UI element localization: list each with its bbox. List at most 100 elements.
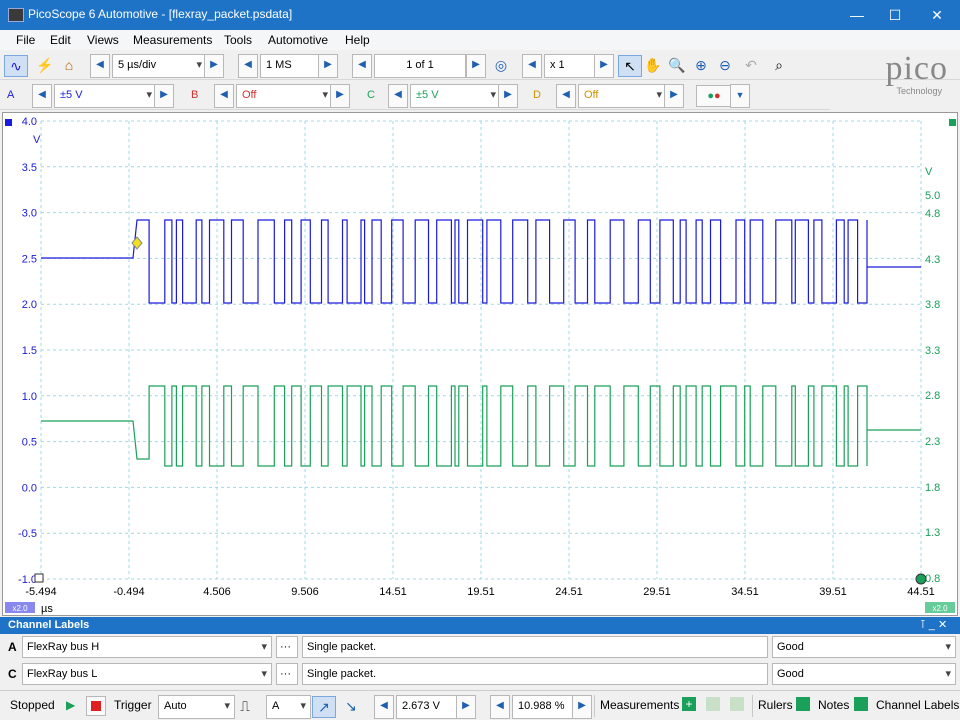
pretrigger-left[interactable]: ◀ (490, 695, 510, 719)
row-c-status-select[interactable]: Good (772, 663, 956, 685)
channel-a-range-right[interactable]: ▶ (154, 84, 174, 108)
channel-d-tag[interactable]: D (530, 86, 549, 104)
row-a-more-button[interactable]: ··· (276, 636, 298, 658)
rulers-icon[interactable] (796, 697, 810, 711)
channel-b-range-right[interactable]: ▶ (330, 84, 350, 108)
delete-measurement-icon[interactable] (730, 697, 744, 711)
y-tick-right: 2.8 (925, 390, 940, 402)
trigger-mode-select[interactable]: Auto (158, 695, 235, 719)
trigger-marker[interactable] (131, 236, 143, 250)
menu-tools[interactable]: Tools (224, 33, 252, 47)
y-tick-left: 2.5 (22, 253, 37, 265)
pretrigger-field[interactable]: 10.988 % (512, 695, 577, 719)
channel-labels-toggle[interactable]: Channel Labels (876, 698, 959, 712)
zoom-badge-right-text: x2.0 (932, 604, 948, 613)
row-a-description-field[interactable]: Single packet. (302, 636, 768, 658)
y-tick-right: 3.3 (925, 345, 940, 357)
zoom-field[interactable]: x 1 (544, 54, 597, 78)
panel-pin-close-icon[interactable]: ⊺ _ ✕ (920, 618, 947, 631)
trigger-level-field[interactable]: 2.673 V (396, 695, 459, 719)
separator (594, 695, 595, 717)
scope-mode-icon[interactable]: ∿ (4, 55, 28, 77)
channel-b-range-left[interactable]: ◀ (214, 84, 234, 108)
stop-capture-button[interactable] (86, 696, 106, 716)
x-tick: 19.51 (467, 586, 495, 598)
start-capture-button[interactable]: ▶ (66, 698, 75, 712)
timebase-right-button[interactable]: ▶ (204, 54, 224, 78)
probe-options-icon[interactable]: ●● (696, 85, 732, 107)
zoom-region-icon[interactable]: 🔍 (666, 55, 688, 75)
row-a-status-select[interactable]: Good (772, 636, 956, 658)
zoom-overview-icon[interactable]: ⌕ (768, 55, 790, 75)
y-tick-left: -0.5 (18, 528, 37, 540)
trigger-level-right[interactable]: ▶ (456, 695, 476, 719)
zoom-in-icon[interactable]: ⊕ (690, 55, 712, 75)
probe-options-dropdown[interactable]: ▼ (730, 84, 750, 108)
menu-measurements[interactable]: Measurements (133, 33, 212, 47)
zoom-right-button[interactable]: ▶ (594, 54, 614, 78)
y-tick-left: 1.5 (22, 345, 37, 357)
channel-c-marker[interactable] (949, 119, 956, 126)
close-button[interactable]: ✕ (914, 0, 960, 30)
home-icon[interactable]: ⌂ (58, 55, 80, 75)
menu-help[interactable]: Help (345, 33, 370, 47)
channel-labels-header: Channel Labels (0, 617, 960, 634)
row-a-name-select[interactable]: FlexRay bus H (22, 636, 272, 658)
row-c-more-button[interactable]: ··· (276, 663, 298, 685)
edit-measurement-icon[interactable] (706, 697, 720, 711)
notes-label[interactable]: Notes (818, 698, 849, 712)
zoom-out-icon[interactable]: ⊖ (714, 55, 736, 75)
samples-field[interactable]: 1 MS (260, 54, 321, 78)
buffer-field[interactable]: 1 of 1 (374, 54, 466, 78)
rising-edge-icon[interactable]: ↗ (312, 696, 336, 718)
notes-icon[interactable] (854, 697, 868, 711)
y-tick-right: 3.8 (925, 299, 940, 311)
pretrigger-right[interactable]: ▶ (572, 695, 592, 719)
pointer-tool-icon[interactable]: ↖ (618, 55, 642, 77)
y-tick-right: 1.8 (925, 482, 940, 494)
samples-left-button[interactable]: ◀ (238, 54, 258, 78)
maximize-button[interactable]: ☐ (872, 0, 918, 30)
trigger-level-left[interactable]: ◀ (374, 695, 394, 719)
ruler-handle[interactable] (915, 573, 927, 585)
falling-edge-icon[interactable]: ↘ (340, 696, 362, 716)
x-tick: -5.494 (25, 586, 56, 598)
zoom-left-button[interactable]: ◀ (522, 54, 542, 78)
row-c-description-field[interactable]: Single packet. (302, 663, 768, 685)
channel-a-tag[interactable]: A (4, 86, 23, 104)
channel-d-range-left[interactable]: ◀ (556, 84, 576, 108)
auto-setup-icon[interactable]: ⚡ (34, 55, 56, 75)
channel-a-range-select[interactable]: ±5 V (54, 84, 157, 108)
advanced-trigger-icon[interactable]: ⎍ (234, 696, 256, 716)
channel-c-range-left[interactable]: ◀ (388, 84, 408, 108)
scope-plot[interactable]: 4.0 3.5 3.0 2.5 2.0 1.5 1.0 0.5 0.0 -0.5 -1.0-5.49… (3, 113, 957, 615)
channel-d-range-right[interactable]: ▶ (664, 84, 684, 108)
buffer-right-button[interactable]: ▶ (466, 54, 486, 78)
right-unit: V (925, 166, 933, 178)
buffer-navigator-icon[interactable]: ◎ (490, 55, 512, 75)
trigger-channel-select[interactable]: A (266, 695, 311, 719)
menu-automotive[interactable]: Automotive (268, 33, 328, 47)
channel-b-range-select[interactable]: Off (236, 84, 333, 108)
row-c-name-select[interactable]: FlexRay bus L (22, 663, 272, 685)
channel-c-tag[interactable]: C (364, 86, 383, 104)
channel-d-range-select[interactable]: Off (578, 84, 667, 108)
menu-views[interactable]: Views (87, 33, 119, 47)
add-measurement-icon[interactable]: + (682, 697, 696, 711)
channel-b-tag[interactable]: B (188, 86, 207, 104)
undo-zoom-icon[interactable]: ↶ (740, 55, 762, 75)
hand-tool-icon[interactable]: ✋ (642, 55, 664, 75)
channel-c-range-select[interactable]: ±5 V (410, 84, 501, 108)
buffer-left-button[interactable]: ◀ (352, 54, 372, 78)
rulers-label[interactable]: Rulers (758, 698, 793, 712)
channel-a-range-left[interactable]: ◀ (32, 84, 52, 108)
timebase-left-button[interactable]: ◀ (90, 54, 110, 78)
scope-view[interactable]: 4.0 3.5 3.0 2.5 2.0 1.5 1.0 0.5 0.0 -0.5 -1.0 -5.49… (2, 112, 958, 616)
menu-edit[interactable]: Edit (50, 33, 71, 47)
ruler-origin[interactable] (34, 573, 44, 583)
timebase-select[interactable]: 5 µs/div (112, 54, 207, 78)
samples-right-button[interactable]: ▶ (318, 54, 338, 78)
channel-a-marker[interactable] (5, 119, 12, 126)
menu-file[interactable]: File (16, 33, 35, 47)
channel-c-range-right[interactable]: ▶ (498, 84, 518, 108)
